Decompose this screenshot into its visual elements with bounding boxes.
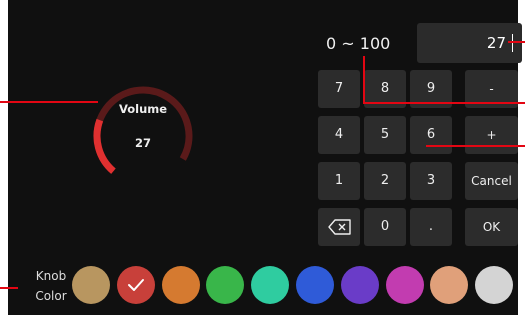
color-swatch[interactable]: [296, 266, 334, 304]
text-caret: [512, 34, 513, 52]
key-3[interactable]: 3: [410, 162, 452, 200]
callout-keypad-line: [426, 145, 525, 147]
key-plus[interactable]: +: [465, 116, 518, 154]
callout-range-vline: [363, 56, 365, 104]
key-1[interactable]: 1: [318, 162, 360, 200]
key-backspace[interactable]: [318, 208, 360, 246]
color-swatch[interactable]: [72, 266, 110, 304]
value-input[interactable]: 27: [417, 23, 522, 63]
knob-color-label: Knob Color: [35, 269, 67, 303]
color-swatch[interactable]: [251, 266, 290, 304]
callout-range-hline: [363, 102, 525, 104]
color-swatch[interactable]: [340, 266, 379, 304]
color-swatch[interactable]: [161, 266, 200, 304]
color-swatch[interactable]: [206, 266, 245, 304]
checkmark-icon: [127, 279, 144, 291]
key-7[interactable]: 7: [318, 70, 360, 108]
knob-value: 27: [134, 136, 151, 150]
volume-knob[interactable]: Volume 27: [91, 84, 195, 188]
knob-editor-screen: Volume 27 0 ~ 100 27 7 8 9-4 5 6 +1 2 3 Cancel 0.…: [8, 0, 522, 315]
color-swatch[interactable]: [116, 266, 155, 304]
value-input-text: 27: [486, 34, 506, 52]
key-6[interactable]: 6: [410, 116, 452, 154]
key-2[interactable]: 2: [364, 162, 406, 200]
key-dot[interactable]: .: [410, 208, 452, 246]
backspace-icon: [328, 219, 351, 235]
key-0[interactable]: 0: [364, 208, 406, 246]
color-swatch[interactable]: [385, 266, 424, 304]
key-4[interactable]: 4: [318, 116, 360, 154]
corner-mark: [0, 0, 8, 10]
callout-color-line: [0, 287, 18, 289]
color-swatch[interactable]: [430, 266, 469, 304]
color-swatch[interactable]: [475, 266, 514, 304]
knob-label: Volume: [118, 102, 168, 116]
key-cancel[interactable]: Cancel: [465, 162, 518, 200]
callout-knob-line: [0, 101, 98, 103]
key-ok[interactable]: OK: [465, 208, 518, 246]
value-range-label: 0 ~ 100: [326, 34, 391, 53]
callout-input-line: [508, 41, 525, 43]
key-5[interactable]: 5: [364, 116, 406, 154]
